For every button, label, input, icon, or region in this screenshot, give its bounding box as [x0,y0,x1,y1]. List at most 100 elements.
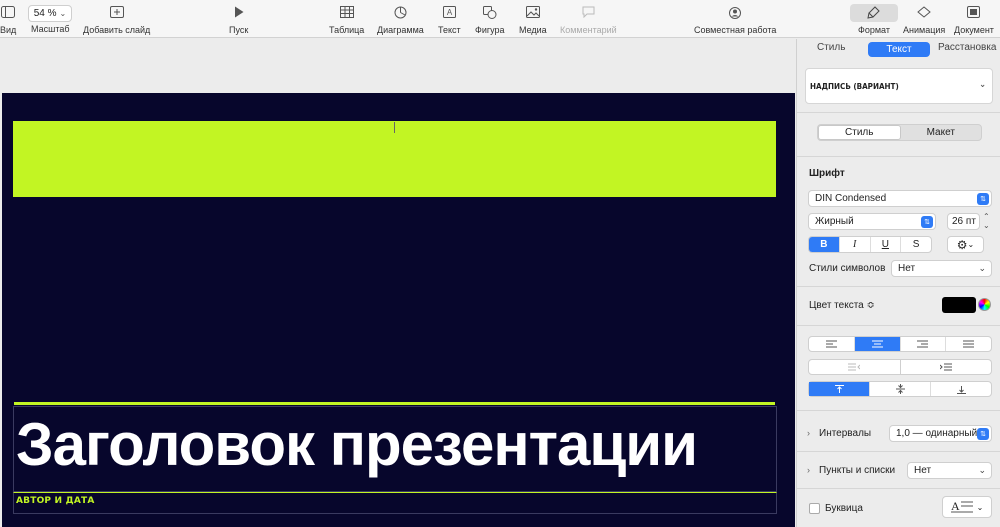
font-section-title: Шрифт [809,168,845,179]
zoom-value: 54 % [33,8,57,19]
color-wheel-icon[interactable] [978,298,991,311]
chevron-down-icon: ⌄ [967,240,975,249]
subtitle-box[interactable] [13,492,777,514]
updown-arrows-icon: ⇅ [977,428,989,440]
bullets-label[interactable]: Пункты и списки [819,465,895,476]
chevron-down-icon: ⌄ [978,263,986,273]
play-icon [234,3,244,21]
comment-icon [582,3,595,21]
document-icon [967,3,981,21]
align-bottom-icon[interactable] [931,382,991,396]
chevron-down-icon: ⌄ [59,9,67,18]
char-styles-label: Стили символов [809,263,886,274]
bullets-select[interactable]: Нет ⌄ [907,462,992,479]
spacing-label[interactable]: Интервалы [819,428,871,439]
view-button[interactable]: Вид [0,3,16,35]
text-cursor [394,122,395,133]
slide-subtitle[interactable]: АВТОР И ДАТА [16,496,95,506]
increase-indent-icon[interactable] [900,359,992,375]
slide-title[interactable]: Заголовок презентации [16,415,698,475]
zoom-label-wrap: Масштаб [31,24,70,34]
svg-text:A: A [951,499,960,513]
animate-button[interactable]: Анимация [903,3,945,35]
accent-line[interactable] [14,402,775,405]
spacing-value: 1,0 — одинарный [896,428,978,439]
tab-arrange[interactable]: Расстановка [938,42,996,53]
underline-button[interactable]: U [871,237,902,252]
strikethrough-button[interactable]: S [901,237,931,252]
segment-layout[interactable]: Макет [901,125,982,140]
divider [797,286,1000,287]
inspector-tabs: Стиль Текст Расстановка [797,39,1000,61]
align-middle-icon[interactable] [870,382,931,396]
align-left-icon[interactable] [809,337,855,351]
typeface-select[interactable]: Жирный ⇅ [808,213,936,230]
shape-icon [482,3,497,21]
divider [797,488,1000,489]
indent-segment [808,359,992,375]
font-size-stepper[interactable]: ⌃ ⌄ [983,212,990,230]
chevron-right-icon[interactable]: › [807,428,810,438]
comment-button[interactable]: Комментарий [560,3,617,35]
table-button[interactable]: Таблица [329,3,364,35]
format-button[interactable]: Формат [858,3,890,35]
updown-arrows-icon: ⇅ [921,216,933,228]
document-button[interactable]: Документ [954,3,994,35]
tab-text[interactable]: Текст [868,42,930,57]
text-color-swatch[interactable] [942,297,976,313]
chevron-down-icon: ⌄ [976,502,984,512]
decrease-indent-icon[interactable] [808,359,901,375]
text-color-label[interactable]: Цвет текста ≎ [809,300,875,311]
char-styles-select[interactable]: Нет ⌄ [891,260,992,277]
toolbar: Вид 54 % ⌄ Масштаб Добавить слайд Пуск Т… [0,0,1000,38]
segment-style[interactable]: Стиль [818,125,901,140]
chart-button[interactable]: Диаграмма [377,3,424,35]
add-slide-icon [109,3,124,21]
chevron-down-icon: ⌄ [979,80,986,90]
typeface-value: Жирный [815,216,854,227]
dropcap-label: Буквица [825,503,863,514]
font-size-field[interactable]: 26 пт [947,213,980,230]
bullets-value: Нет [914,465,932,476]
align-right-icon[interactable] [901,337,947,351]
svg-text:A: A [447,8,453,17]
text-options-button[interactable]: ⚙ ⌄ [947,236,984,253]
text-box-icon: A [442,3,456,21]
sidebar-icon [1,3,16,21]
tab-style[interactable]: Стиль [817,42,845,53]
slide[interactable]: Заголовок презентации АВТОР И ДАТА [2,93,795,527]
font-size-value: 26 пт [952,216,976,227]
gear-icon: ⚙ [956,237,968,252]
paragraph-style-value: НАДПИСЬ (ВАРИАНТ) [810,81,899,91]
media-button[interactable]: Медиа [519,3,547,35]
shape-button[interactable]: Фигура [475,3,505,35]
italic-button[interactable]: I [840,237,871,252]
text-button[interactable]: A Текст [438,3,461,35]
align-justify-icon[interactable] [946,337,991,351]
bold-button[interactable]: B [809,237,840,252]
chart-icon [394,3,407,21]
dropcap-style-button[interactable]: A ⌄ [942,496,992,518]
add-slide-button[interactable]: Добавить слайд [83,3,150,35]
alignment-segment [808,336,992,352]
divider [797,112,1000,113]
font-family-value: DIN Condensed [815,193,887,204]
vertical-align-segment [808,381,992,397]
play-button[interactable]: Пуск [229,3,248,35]
table-icon [339,3,354,21]
zoom-select[interactable]: 54 % ⌄ [28,5,72,22]
updown-arrows-icon: ⇅ [977,193,989,205]
dropcap-checkbox[interactable] [809,503,820,514]
chevron-right-icon[interactable]: › [807,465,810,475]
paragraph-style-select[interactable]: НАДПИСЬ (ВАРИАНТ) ⌄ [805,68,993,104]
style-layout-segment: Стиль Макет [817,124,982,141]
font-family-select[interactable]: DIN Condensed ⇅ [808,190,992,207]
divider [797,451,1000,452]
align-top-icon[interactable] [809,382,870,396]
slide-canvas[interactable]: Заголовок презентации АВТОР И ДАТА [0,39,795,527]
divider [797,410,1000,411]
spacing-select[interactable]: 1,0 — одинарный ⇅ [889,425,992,442]
collaborate-button[interactable]: Совместная работа [694,3,776,35]
align-center-icon[interactable] [854,337,901,351]
char-styles-value: Нет [898,263,916,274]
